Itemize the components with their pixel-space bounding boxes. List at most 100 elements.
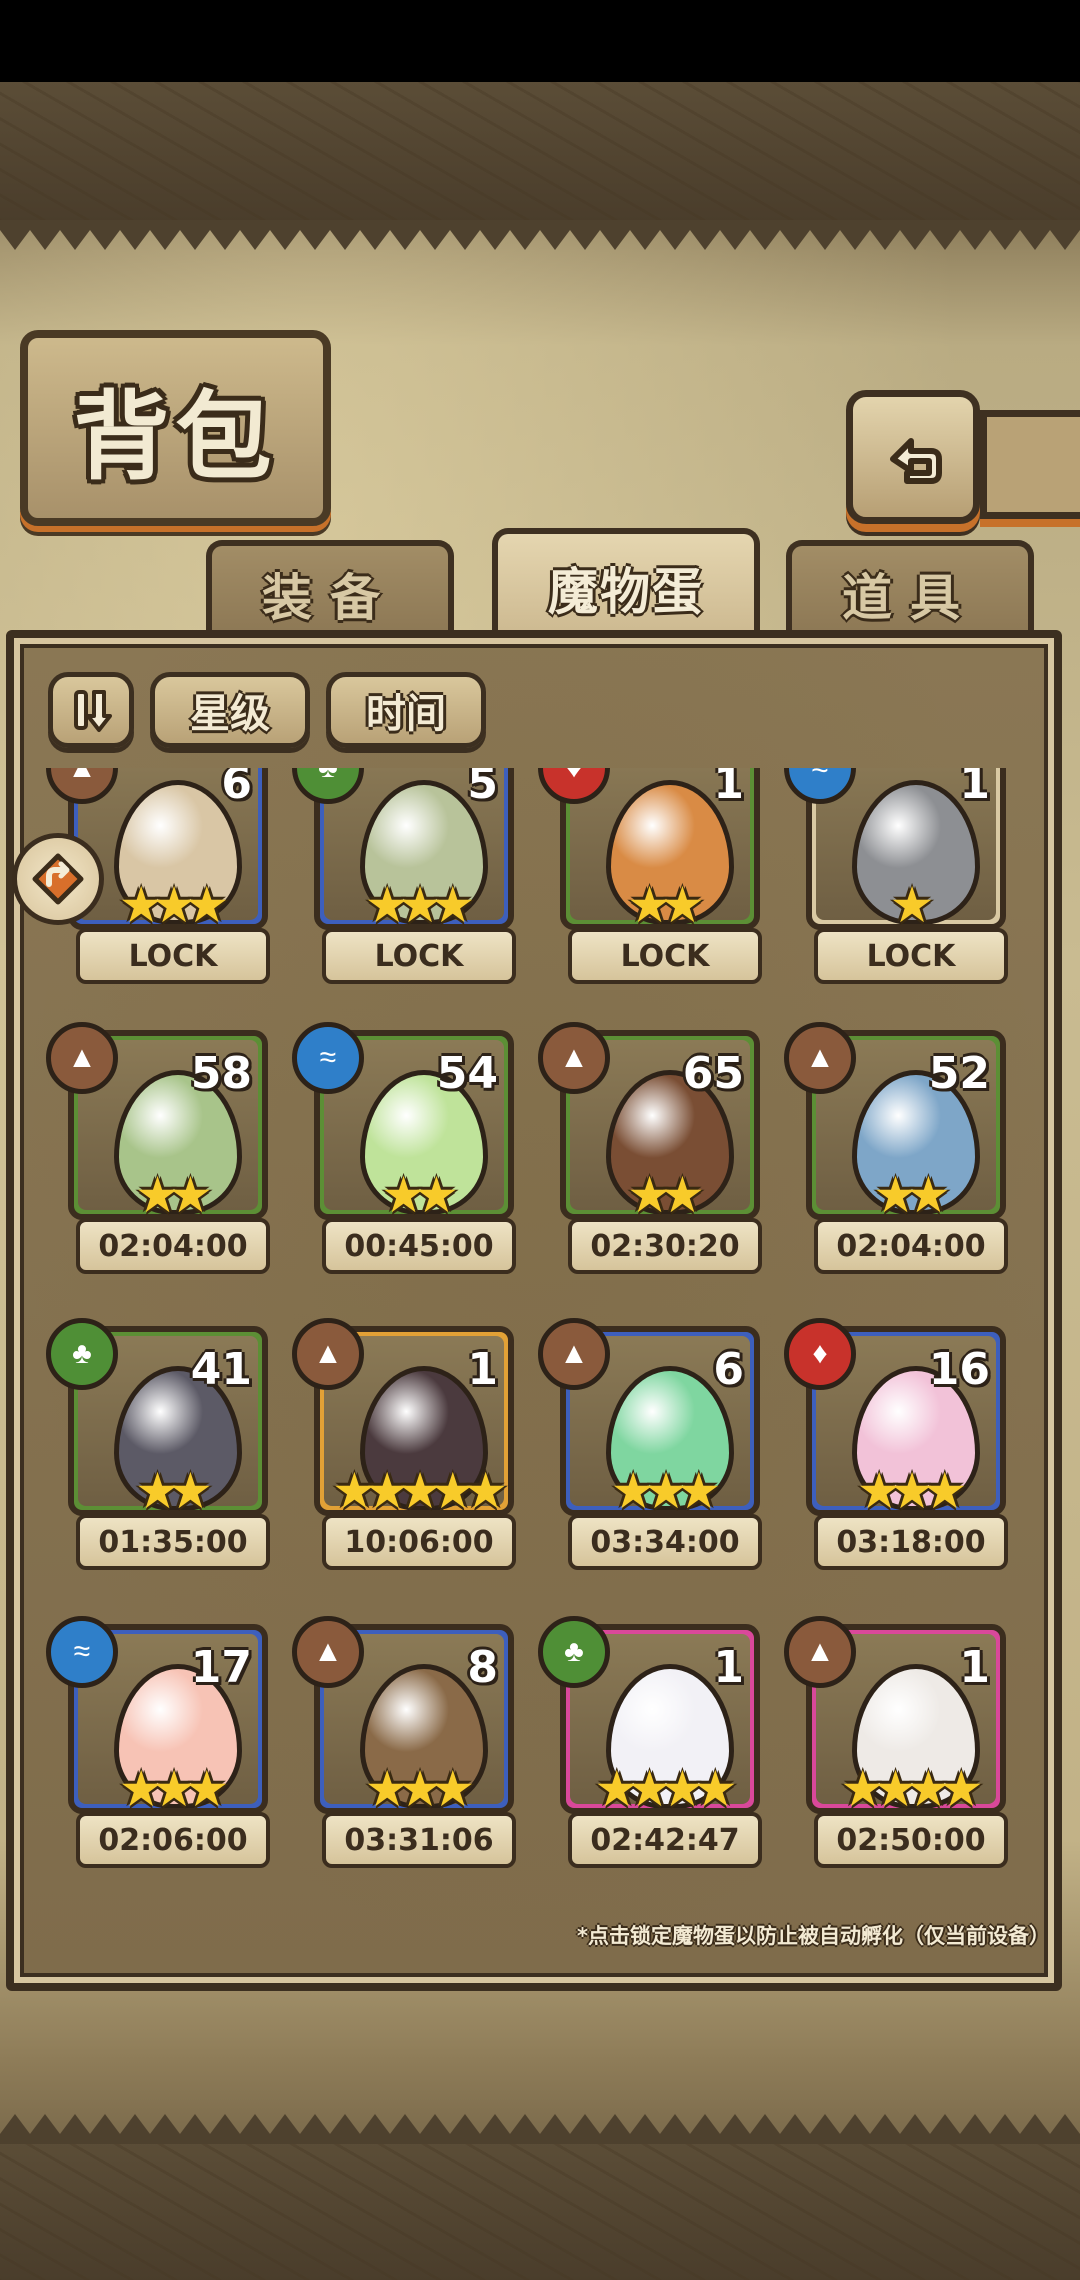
egg-count: 1 (959, 768, 990, 809)
hatch-timer: 02:30:20 (568, 1218, 762, 1274)
tab-items-label: 道具 (842, 569, 978, 627)
tab-monster-eggs-label: 魔物蛋 (548, 563, 704, 621)
egg-slot[interactable]: 16 ♦ ★★★ 03:18:00 (768, 1318, 1008, 1586)
egg-slot[interactable]: 1♦★★LOCK (522, 768, 762, 1000)
tab-monster-eggs[interactable]: 魔物蛋 (492, 528, 760, 642)
egg-slot[interactable]: 8 ▲ ★★★ 03:31:06 (276, 1616, 516, 1873)
sort-order-icon (74, 690, 112, 732)
star-rating: ★★ (627, 1167, 705, 1223)
star-rating: ★★★★★ (331, 1463, 508, 1519)
hatch-timer: 01:35:00 (76, 1514, 270, 1570)
sort-by-time-label: 时间 (366, 691, 446, 737)
plant-element-icon: ♣ (538, 1616, 610, 1688)
hatch-timer: 02:50:00 (814, 1812, 1008, 1868)
egg-slot[interactable]: 1 ▲ ★★★★ 02:50:00 (768, 1616, 1008, 1873)
egg-count: 41 (190, 1344, 252, 1395)
egg-count: 5 (467, 768, 498, 809)
hatch-timer: 10:06:00 (322, 1514, 516, 1570)
egg-count: 8 (467, 1642, 498, 1693)
egg-count: 65 (682, 1048, 744, 1099)
egg-slot[interactable]: 1≈★LOCK (768, 768, 1008, 1000)
egg-slot[interactable]: 41 ♣ ★★ 01:35:00 (30, 1318, 270, 1586)
back-button-tab (980, 410, 1080, 519)
star-rating: ★★★ (364, 877, 475, 933)
egg-count: 58 (190, 1048, 252, 1099)
water-element-icon: ≈ (46, 1616, 118, 1688)
torn-edge-top (0, 220, 1080, 250)
egg-count: 6 (713, 1344, 744, 1395)
hatch-timer: 02:42:47 (568, 1812, 762, 1868)
lock-status-label[interactable]: LOCK (322, 928, 516, 984)
star-rating: ★★ (135, 1167, 213, 1223)
star-rating: ★★★ (610, 1463, 721, 1519)
fire-element-icon: ♦ (784, 1318, 856, 1390)
title-plate: 背包 (20, 330, 331, 526)
egg-grid: 6▲★★★LOCK5♣★★★LOCK1♦★★LOCK1≈★LOCK58▲★★02… (30, 768, 1030, 1873)
back-arrow-icon (890, 438, 942, 484)
lock-pointer-icon (32, 853, 84, 905)
egg-count: 17 (190, 1642, 252, 1693)
hatch-timer: 03:31:06 (322, 1812, 516, 1868)
tab-items[interactable]: 道具 (786, 540, 1034, 642)
egg-count: 1 (467, 1344, 498, 1395)
egg-slot[interactable]: 6 ▲ ★★★ 03:34:00 (522, 1318, 762, 1586)
egg-count: 1 (713, 1642, 744, 1693)
egg-slot[interactable]: 17 ≈ ★★★ 02:06:00 (30, 1616, 270, 1873)
star-rating: ★★★★ (840, 1761, 983, 1817)
map-texture-top (0, 82, 1080, 222)
egg-slot[interactable]: 5♣★★★LOCK (276, 768, 516, 1000)
earth-element-icon: ▲ (784, 1022, 856, 1094)
tab-bar: 装备 魔物蛋 道具 (18, 528, 1062, 642)
lock-status-label[interactable]: LOCK (76, 928, 270, 984)
hatch-timer: 03:18:00 (814, 1514, 1008, 1570)
earth-element-icon: ▲ (292, 1318, 364, 1390)
page-title: 背包 (73, 379, 278, 493)
egg-count: 54 (436, 1048, 498, 1099)
egg-slot[interactable]: 1 ♣ ★★★★ 02:42:47 (522, 1616, 762, 1873)
egg-slot[interactable]: 54 ≈ ★★ 00:45:00 (276, 1022, 516, 1290)
lock-toggle-button[interactable] (12, 833, 104, 925)
tab-equipment-label: 装备 (262, 569, 398, 627)
hatch-timer: 00:45:00 (322, 1218, 516, 1274)
star-rating: ★★★ (118, 1761, 229, 1817)
egg-count: 16 (928, 1344, 990, 1395)
egg-slot[interactable]: 58 ▲ ★★ 02:04:00 (30, 1022, 270, 1290)
star-rating: ★ (889, 877, 935, 933)
lock-status-label[interactable]: LOCK (568, 928, 762, 984)
egg-count: 1 (959, 1642, 990, 1693)
sort-order-button[interactable] (48, 672, 134, 748)
lock-hint-text: *点击锁定魔物蛋以防止被自动孵化（仅当前设备） (577, 1924, 1050, 1948)
egg-count: 6 (221, 768, 252, 809)
star-rating: ★★★ (856, 1463, 967, 1519)
earth-element-icon: ▲ (784, 1616, 856, 1688)
tab-equipment[interactable]: 装备 (206, 540, 454, 642)
star-rating: ★★★★ (594, 1761, 737, 1817)
star-rating: ★★ (873, 1167, 951, 1223)
earth-element-icon: ▲ (538, 1318, 610, 1390)
star-rating: ★★★ (364, 1761, 475, 1817)
star-rating: ★★ (135, 1463, 213, 1519)
hatch-timer: 02:04:00 (76, 1218, 270, 1274)
egg-count: 1 (713, 768, 744, 809)
egg-slot[interactable]: 65 ▲ ★★ 02:30:20 (522, 1022, 762, 1290)
water-element-icon: ≈ (292, 1022, 364, 1094)
hatch-timer: 02:06:00 (76, 1812, 270, 1868)
egg-slot[interactable]: 52 ▲ ★★ 02:04:00 (768, 1022, 1008, 1290)
torn-edge-bottom (0, 2114, 1080, 2144)
egg-count: 52 (928, 1048, 990, 1099)
egg-slot[interactable]: 1 ▲ ★★★★★ 10:06:00 (276, 1318, 516, 1586)
star-rating: ★★ (381, 1167, 459, 1223)
map-texture-bottom (0, 2142, 1080, 2280)
earth-element-icon: ▲ (292, 1616, 364, 1688)
hatch-timer: 03:34:00 (568, 1514, 762, 1570)
earth-element-icon: ▲ (46, 1022, 118, 1094)
back-button[interactable] (846, 390, 980, 524)
hatch-timer: 02:04:00 (814, 1218, 1008, 1274)
star-rating: ★★ (627, 877, 705, 933)
sort-by-stars-button[interactable]: 星级 (150, 672, 310, 748)
lock-status-label[interactable]: LOCK (814, 928, 1008, 984)
sort-by-stars-label: 星级 (190, 691, 270, 737)
sort-by-time-button[interactable]: 时间 (326, 672, 486, 748)
plant-element-icon: ♣ (46, 1318, 118, 1390)
earth-element-icon: ▲ (538, 1022, 610, 1094)
